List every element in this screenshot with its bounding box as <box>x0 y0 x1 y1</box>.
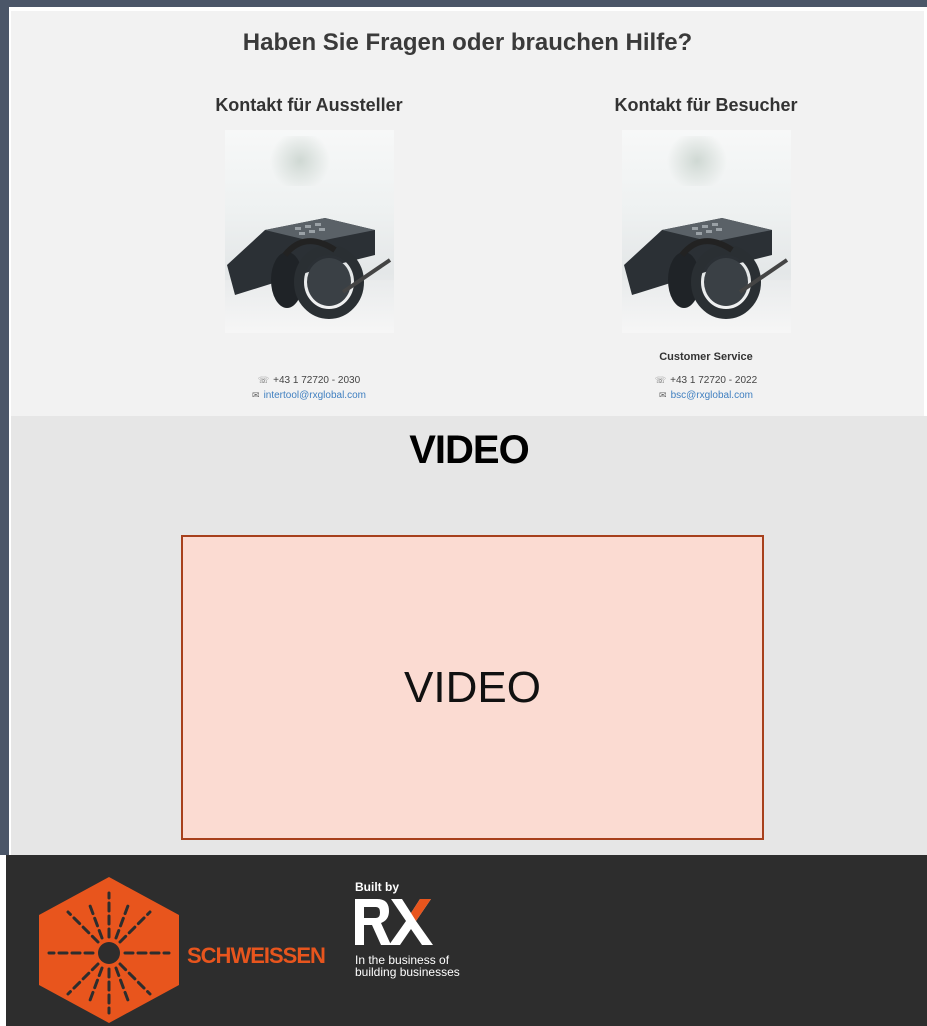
footer: SCHWEISSEN Built by In the business of b… <box>6 855 927 1026</box>
exhibitor-label <box>179 351 439 365</box>
phone-icon: ☏ <box>257 375 270 385</box>
brand-name: SCHWEISSEN <box>187 943 326 968</box>
exhibitor-phone: ☏ +43 1 72720 - 2030 <box>179 375 439 386</box>
visitor-label: Customer Service <box>659 351 753 363</box>
rx-logo[interactable] <box>355 899 435 945</box>
exhibitor-phone-number: +43 1 72720 - 2030 <box>273 375 361 386</box>
exhibitor-heading: Kontakt für Aussteller <box>215 95 403 115</box>
headset-photo <box>621 130 791 333</box>
envelope-icon: ✉ <box>252 390 260 400</box>
envelope-icon: ✉ <box>659 390 667 400</box>
visitor-phone-number: +43 1 72720 - 2022 <box>670 375 758 386</box>
contact-title: Haben Sie Fragen oder brauchen Hilfe? <box>242 29 693 56</box>
exhibitor-contact: Kontakt für Aussteller ☏ +43 1 72720 - 2… <box>179 95 439 401</box>
visitor-contact: Kontakt für Besucher Customer Service ☏ … <box>576 95 836 401</box>
exhibitor-email[interactable]: ✉ intertool@rxglobal.com <box>179 390 439 401</box>
contact-section: Haben Sie Fragen oder brauchen Hilfe? Ko… <box>11 11 924 416</box>
exhibitor-email-link[interactable]: intertool@rxglobal.com <box>264 390 366 401</box>
video-placeholder-label: VIDEO <box>404 662 541 712</box>
video-placeholder[interactable]: VIDEO <box>181 535 764 840</box>
schweissen-logo[interactable] <box>34 875 184 1025</box>
visitor-email[interactable]: ✉ bsc@rxglobal.com <box>576 390 836 401</box>
visitor-phone: ☏ +43 1 72720 - 2022 <box>576 375 836 386</box>
phone-icon: ☏ <box>654 375 667 385</box>
page: Haben Sie Fragen oder brauchen Hilfe? Ko… <box>0 0 927 1026</box>
video-heading: VIDEO <box>409 428 529 472</box>
headset-photo <box>224 130 394 333</box>
tagline: In the business of building businesses <box>355 954 460 978</box>
video-section: VIDEO VIDEO <box>11 416 927 855</box>
top-border <box>0 0 927 7</box>
visitor-email-link[interactable]: bsc@rxglobal.com <box>671 390 753 401</box>
left-border <box>0 0 9 855</box>
tagline-line-2: building businesses <box>355 965 460 979</box>
built-by-label: Built by <box>355 880 399 894</box>
visitor-heading: Kontakt für Besucher <box>614 95 798 115</box>
